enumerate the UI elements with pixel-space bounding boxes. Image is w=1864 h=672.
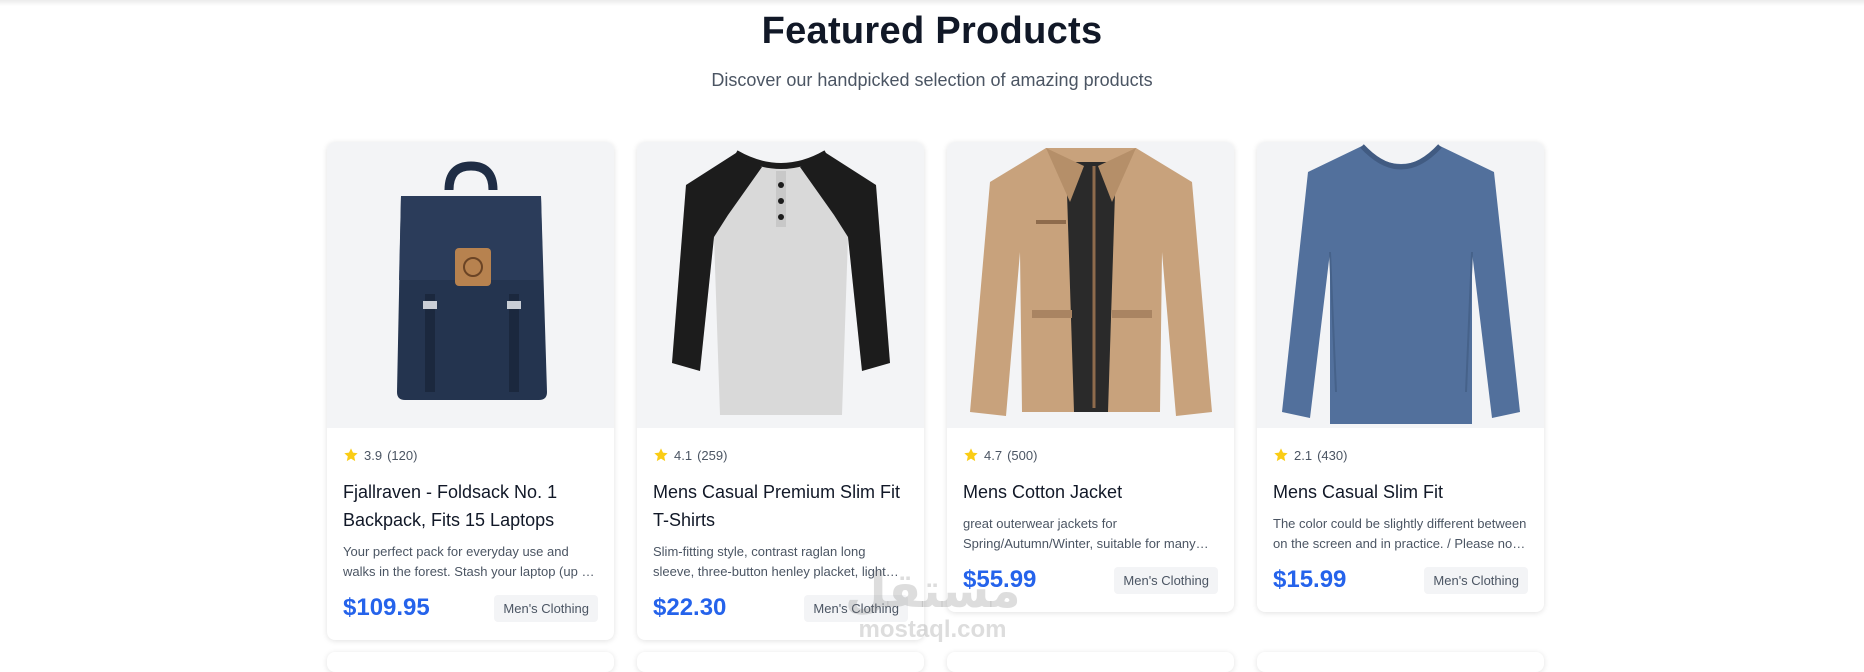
- rating-value: 2.1: [1294, 447, 1313, 463]
- review-count: (120): [387, 447, 418, 463]
- rating-value: 4.7: [984, 447, 1003, 463]
- rating: 4.1 (259): [653, 446, 908, 464]
- star-icon: [1274, 448, 1288, 462]
- star-icon: [654, 448, 668, 462]
- product-title[interactable]: Mens Cotton Jacket: [963, 478, 1218, 506]
- rating-value: 4.1: [674, 447, 693, 463]
- star-icon: [344, 448, 358, 462]
- product-description: The color could be slightly different be…: [1273, 516, 1527, 551]
- rating-value: 3.9: [364, 447, 383, 463]
- product-card-partial[interactable]: [327, 652, 614, 672]
- product-card[interactable]: 2.1 (430) Mens Casual Slim Fit The color…: [1257, 142, 1544, 612]
- watermark-latin: mostaql.com: [858, 616, 1007, 643]
- watermark: مستقل mostaql.com: [845, 563, 1021, 650]
- product-image[interactable]: [637, 142, 924, 428]
- header-shadow: [0, 0, 1864, 6]
- product-card[interactable]: 3.9 (120) Fjallraven - Foldsack No. 1 Ba…: [327, 142, 614, 640]
- jacket-image: [969, 148, 1212, 416]
- product-card[interactable]: 4.7 (500) Mens Cotton Jacket great outer…: [947, 142, 1234, 612]
- raglan-shirt-image: [671, 150, 890, 415]
- review-count: (430): [1317, 447, 1348, 463]
- product-description: Your perfect pack for everyday use and w…: [343, 544, 593, 579]
- product-card-partial[interactable]: [1257, 652, 1544, 672]
- category-badge: Men's Clothing: [494, 594, 598, 622]
- product-image[interactable]: [1257, 142, 1544, 428]
- rating: 4.7 (500): [963, 446, 1218, 464]
- product-image[interactable]: [947, 142, 1234, 428]
- section-title: Featured Products: [761, 10, 1103, 52]
- product-title[interactable]: Mens Casual Slim Fit: [1273, 478, 1528, 506]
- long-sleeve-shirt-image: [1281, 144, 1520, 424]
- next-row-cards: [327, 652, 1544, 672]
- watermark-arabic: مستقل: [845, 563, 1021, 619]
- product-description: great outerwear jackets for Spring/Autum…: [963, 516, 1196, 551]
- section-subtitle: Discover our handpicked selection of ama…: [711, 70, 1153, 90]
- star-icon: [964, 448, 978, 462]
- product-title[interactable]: Fjallraven - Foldsack No. 1 Backpack, Fi…: [343, 478, 598, 534]
- product-card-partial[interactable]: [637, 652, 924, 672]
- product-price: $109.95: [343, 594, 430, 621]
- category-badge: Men's Clothing: [1114, 566, 1218, 594]
- review-count: (259): [697, 447, 728, 463]
- backpack-image: [396, 161, 547, 400]
- product-image[interactable]: [327, 142, 614, 428]
- product-price: $22.30: [653, 594, 727, 621]
- product-title[interactable]: Mens Casual Premium Slim Fit T-Shirts: [653, 478, 908, 534]
- rating: 2.1 (430): [1273, 446, 1528, 464]
- rating: 3.9 (120): [343, 446, 598, 464]
- product-card-partial[interactable]: [947, 652, 1234, 672]
- category-badge: Men's Clothing: [1424, 566, 1528, 594]
- product-price: $15.99: [1273, 566, 1347, 593]
- review-count: (500): [1007, 447, 1038, 463]
